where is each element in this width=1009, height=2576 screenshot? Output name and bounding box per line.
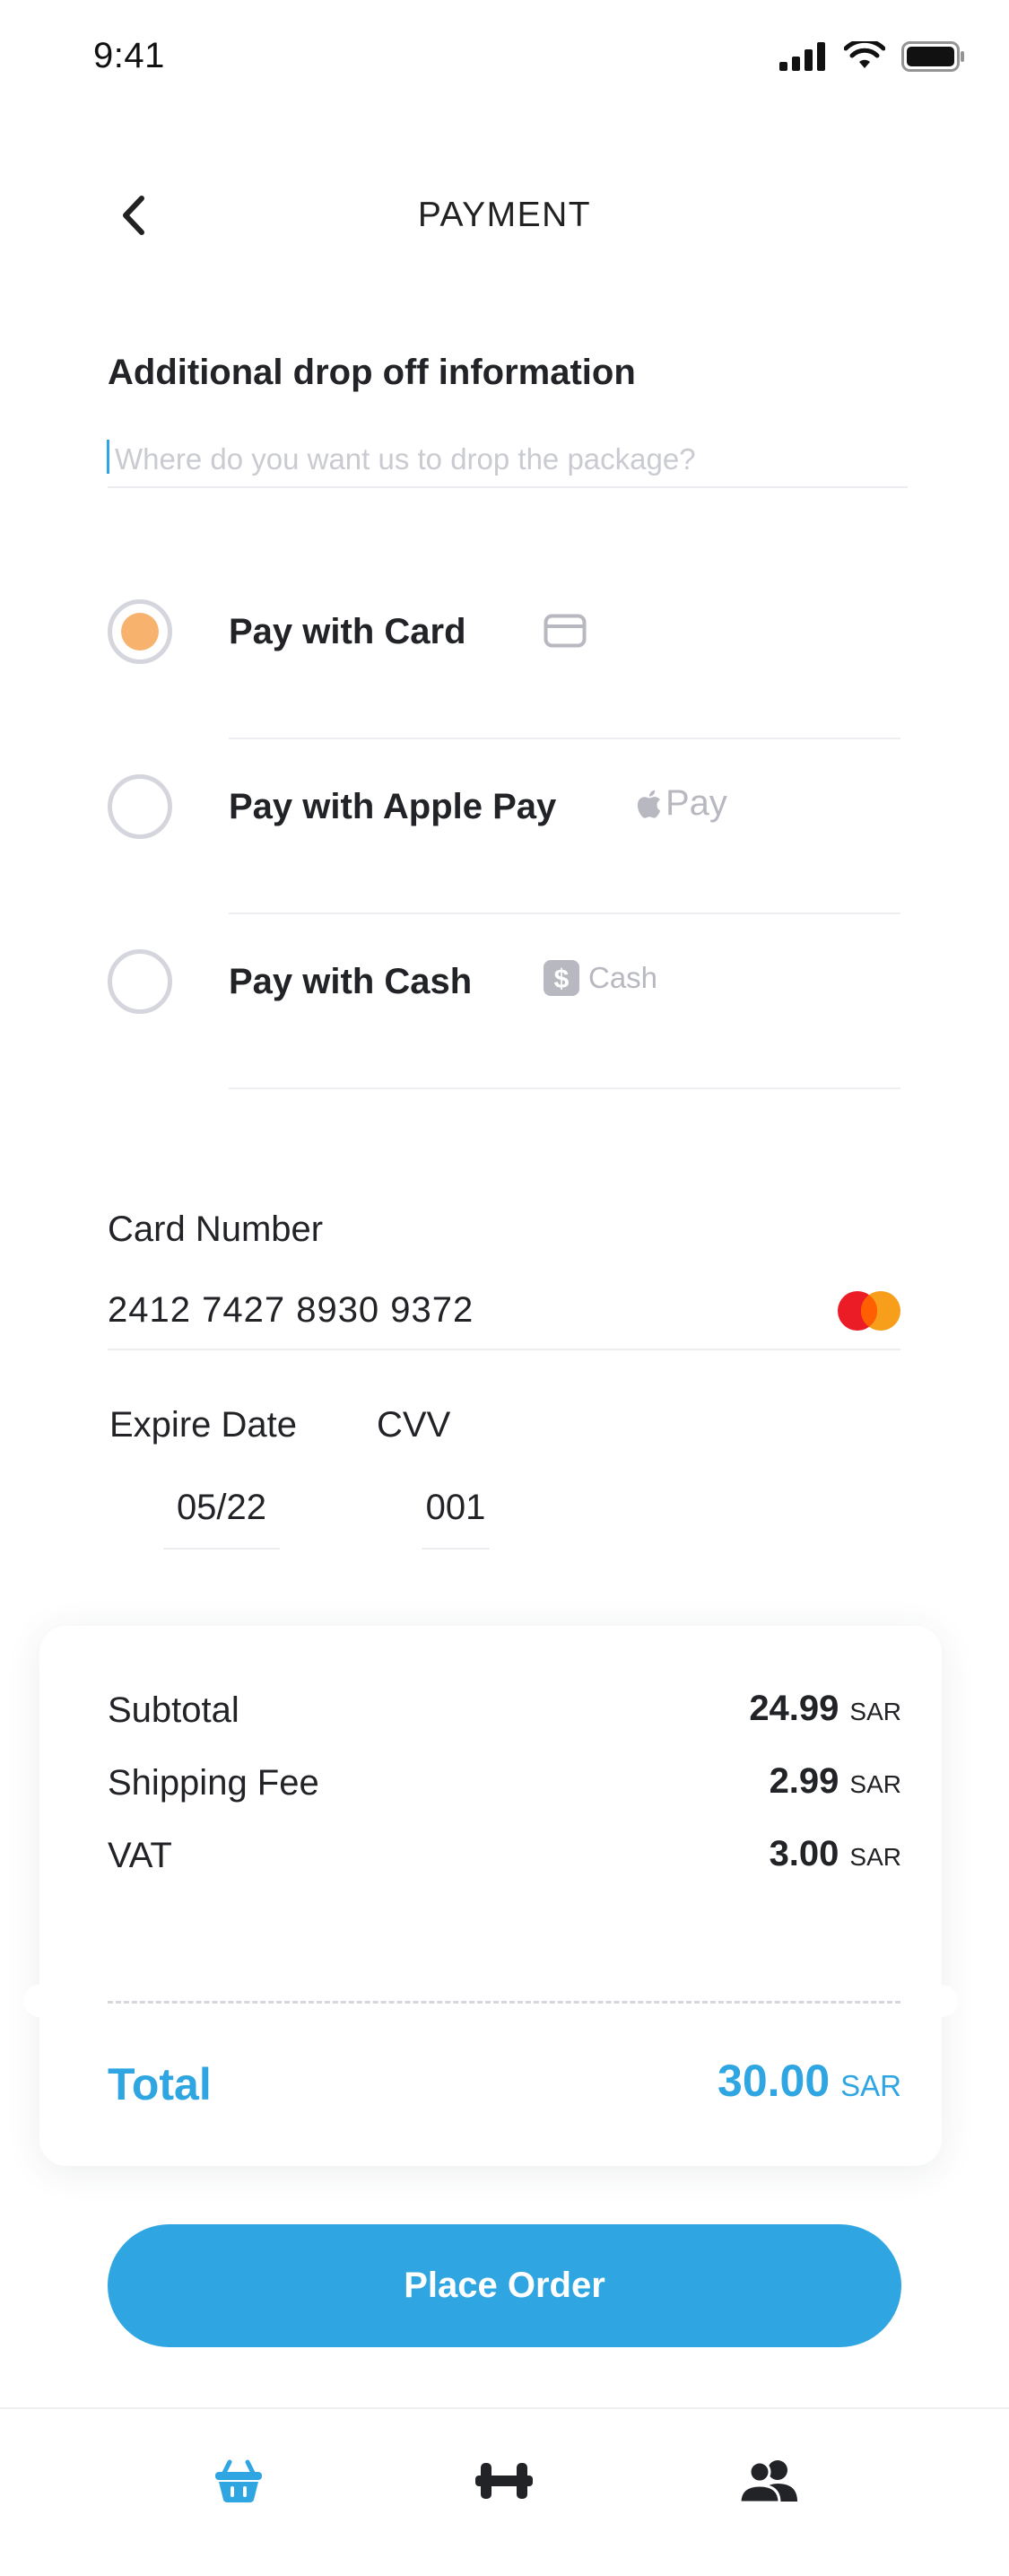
expire-date-field[interactable]: 05/22 [163,1488,280,1528]
dropoff-title: Additional drop off information [108,353,636,392]
ticket-notch-left [23,1985,56,2017]
subtotal-amount: 24.99 [749,1689,839,1728]
vat-amount: 3.00 [769,1834,839,1873]
radio-selected-dot [121,613,159,651]
vat-value: 3.00 SAR [770,1834,901,1874]
card-number-label: Card Number [108,1209,324,1249]
dumbbell-icon [475,2463,533,2499]
shipping-fee-amount: 2.99 [769,1761,839,1801]
nav-divider [0,2407,1009,2409]
ticket-notch-right [926,1985,958,2017]
place-order-button[interactable]: Place Order [108,2224,901,2347]
cash-icon: $ Cash [544,960,657,996]
vat-currency: SAR [849,1843,901,1871]
apple-pay-icon: Pay [635,783,727,824]
dashed-divider [108,2001,900,2004]
apple-pay-text: Pay [665,783,727,823]
card-icon [544,614,587,648]
shipping-fee-value: 2.99 SAR [770,1761,901,1802]
subtotal-label: Subtotal [108,1690,239,1730]
pay-option-cash[interactable]: Pay with Cash $ Cash [108,930,900,1089]
pay-option-card[interactable]: Pay with Card [108,580,900,739]
vat-label: VAT [108,1836,172,1875]
wifi-icon [844,41,885,68]
status-icons [779,41,966,72]
expire-date-label: Expire Date [109,1405,297,1445]
pay-option-label: Pay with Card [229,612,466,651]
radio-cash[interactable] [108,949,172,1014]
signal-icon [779,42,825,71]
expire-date-underline [163,1548,280,1550]
svg-text:$: $ [554,965,570,994]
apple-logo-icon [637,790,661,818]
divider [229,1087,900,1089]
pay-option-apple-pay[interactable]: Pay with Apple Pay Pay [108,755,900,914]
cvv-label: CVV [377,1405,451,1445]
battery-icon [901,41,964,72]
status-time: 9:41 [93,36,165,75]
nav-basket[interactable] [203,2449,274,2512]
text-caret [107,440,109,474]
radio-apple-pay[interactable] [108,774,172,839]
total-value: 30.00 SAR [718,2055,901,2107]
shipping-fee-label: Shipping Fee [108,1763,319,1803]
mastercard-icon [838,1291,900,1331]
dropoff-input[interactable] [108,432,908,488]
total-label: Total [108,2059,212,2109]
pay-option-label: Pay with Apple Pay [229,787,557,826]
total-amount: 30.00 [718,2056,831,2106]
cash-text: Cash [588,961,658,994]
cvv-underline [422,1548,490,1550]
page-title: PAYMENT [417,196,592,234]
total-currency: SAR [840,2069,901,2102]
shipping-fee-currency: SAR [849,1770,901,1798]
card-number-underline [108,1349,900,1350]
users-icon [738,2460,797,2503]
divider [229,913,900,914]
nav-workout[interactable] [468,2449,540,2512]
card-number-field[interactable]: 2412 7427 8930 9372 [108,1290,474,1331]
dollar-icon: $ [544,960,579,996]
basket-icon [215,2459,262,2502]
subtotal-value: 24.99 SAR [749,1689,901,1729]
subtotal-currency: SAR [849,1698,901,1725]
divider [229,738,900,739]
nav-community[interactable] [734,2449,805,2512]
radio-card[interactable] [108,599,172,664]
pay-option-label: Pay with Cash [229,962,473,1001]
cvv-field[interactable]: 001 [422,1488,490,1528]
